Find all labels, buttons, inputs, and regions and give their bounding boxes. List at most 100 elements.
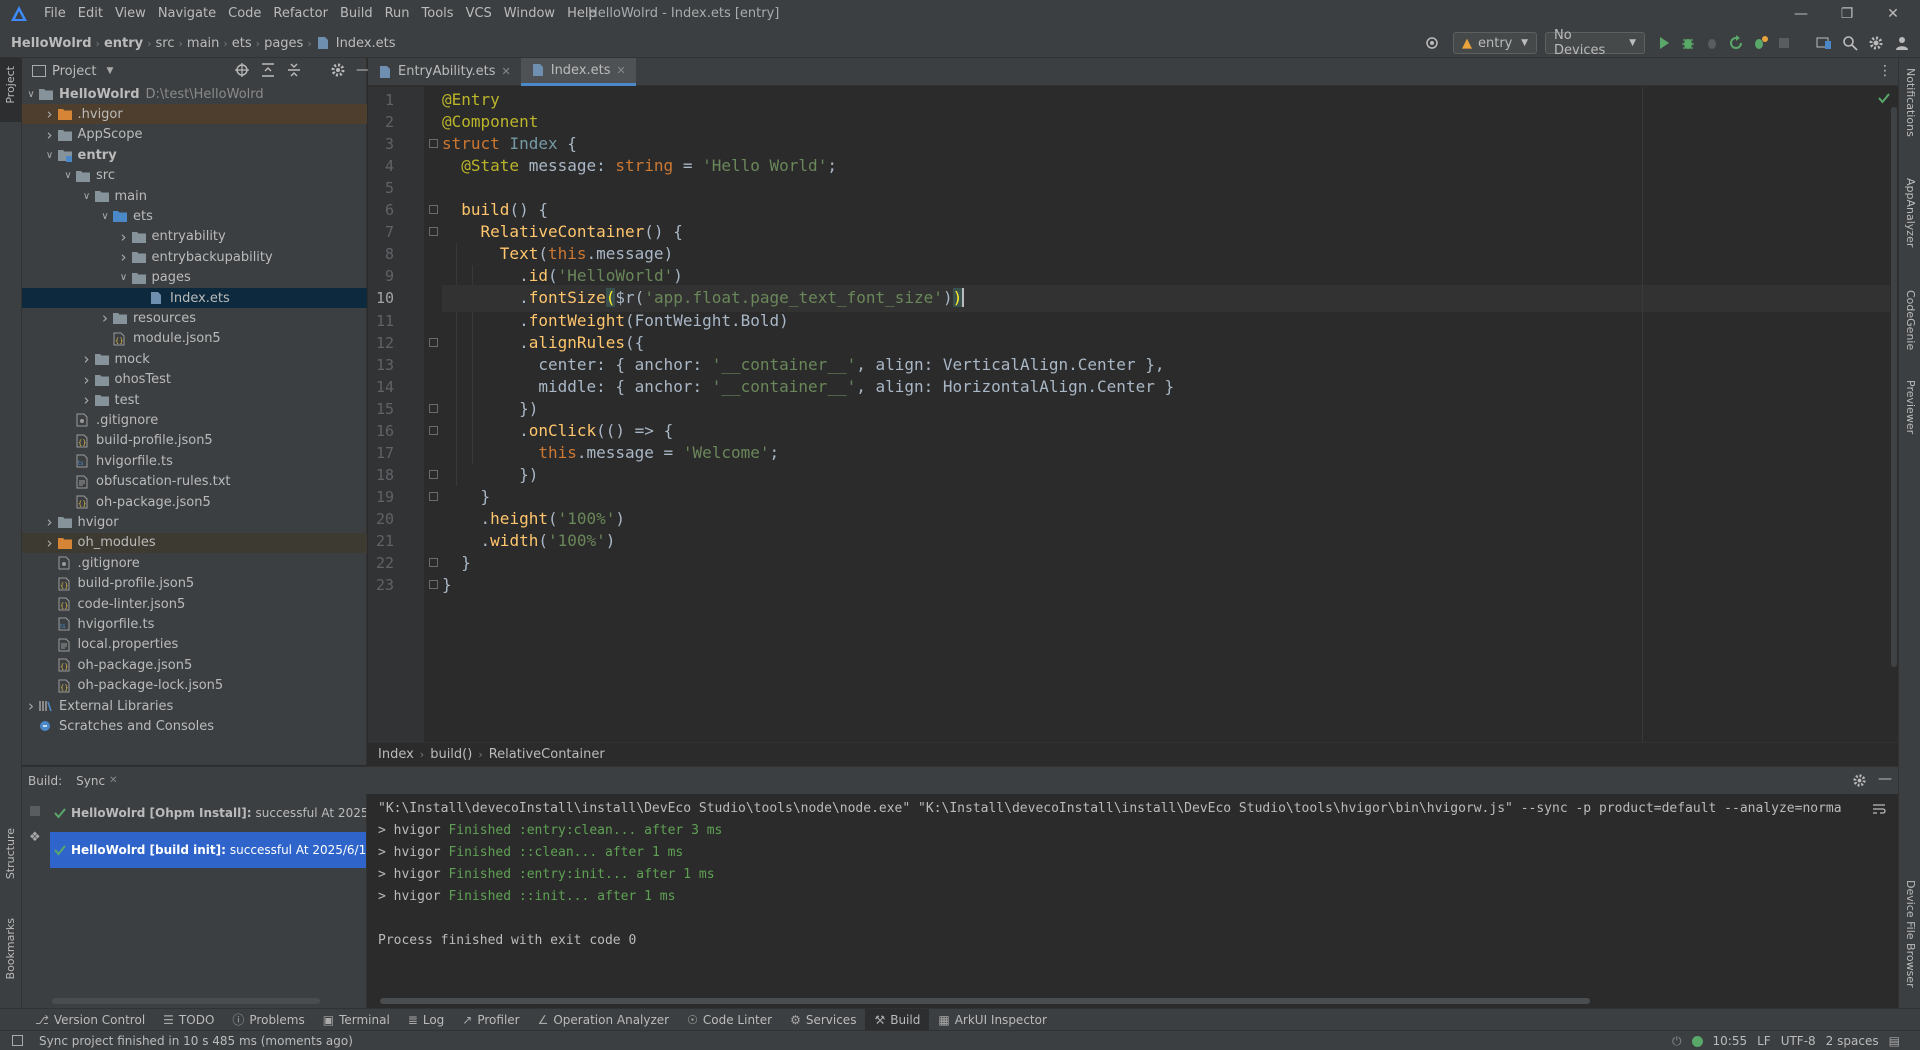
fold-marker-icon[interactable] <box>429 139 438 149</box>
tree-item[interactable]: ∨ main <box>22 186 367 206</box>
fold-marker-icon[interactable] <box>429 580 438 590</box>
locate-file-icon[interactable] <box>234 62 250 78</box>
line-number[interactable]: 8 <box>368 245 394 263</box>
line-number[interactable]: 16 <box>368 422 394 440</box>
line-number[interactable]: 17 <box>368 444 394 462</box>
soft-wrap-icon[interactable] <box>1872 802 1886 816</box>
tree-item[interactable]: › entryability <box>22 227 367 247</box>
module-select[interactable]: ▲ entry ▼ <box>1453 32 1537 54</box>
build-tree-hscrollbar[interactable] <box>52 998 320 1004</box>
chevron-right-icon[interactable]: › <box>98 309 112 327</box>
tree-item[interactable]: {} code-linter.json5 <box>22 594 367 614</box>
chevron-right-icon[interactable]: › <box>117 248 131 266</box>
lock-icon[interactable]: ▤ <box>1889 1034 1900 1048</box>
menu-item-run[interactable]: Run <box>379 0 416 28</box>
chevron-down-icon[interactable]: ∨ <box>80 191 94 202</box>
editor-breadcrumb-item[interactable]: RelativeContainer <box>489 747 605 762</box>
tree-item[interactable]: {} oh-package-lock.json5 <box>22 676 367 696</box>
tool-window-version-control[interactable]: ⎇ Version Control <box>26 1009 154 1031</box>
menu-item-vcs[interactable]: VCS <box>460 0 498 28</box>
tree-item[interactable]: › mock <box>22 349 367 369</box>
breadcrumb-item[interactable]: entry <box>101 36 146 51</box>
build-task-row[interactable]: HelloWolrd [build init]: successful At 20… <box>50 832 366 868</box>
tool-window-arkui-inspector[interactable]: ▦ ArkUI Inspector <box>929 1009 1056 1031</box>
stop-build-icon[interactable] <box>30 806 40 816</box>
settings-gear-icon[interactable] <box>1868 35 1884 51</box>
line-number[interactable]: 21 <box>368 532 394 550</box>
editor-tab[interactable]: EntryAbility.ets ✕ <box>368 58 521 86</box>
previewer-tool-button[interactable]: Previewer <box>1904 380 1917 434</box>
line-number[interactable]: 13 <box>368 356 394 374</box>
line-number[interactable]: 11 <box>368 312 394 330</box>
chevron-right-icon[interactable]: › <box>117 228 131 246</box>
console-hscrollbar[interactable] <box>380 998 1590 1004</box>
tree-item[interactable]: ∨ pages <box>22 268 367 288</box>
tree-item[interactable]: Scratches and Consoles <box>22 716 367 736</box>
fold-marker-icon[interactable] <box>429 403 438 413</box>
editor-breadcrumb-item[interactable]: build() <box>430 747 472 762</box>
menu-item-edit[interactable]: Edit <box>72 0 109 28</box>
indent-setting[interactable]: 2 spaces <box>1826 1034 1879 1048</box>
notifications-tool-button[interactable]: Notifications <box>1904 68 1917 137</box>
tree-item[interactable]: › entrybackupability <box>22 247 367 267</box>
build-settings-gear-icon[interactable] <box>1852 773 1867 788</box>
profiler-run-icon[interactable] <box>1752 35 1768 51</box>
status-message[interactable]: Sync project finished in 10 s 485 ms (mo… <box>39 1034 353 1048</box>
editor-breadcrumb-item[interactable]: Index <box>378 747 414 762</box>
chevron-down-icon[interactable]: ∨ <box>61 170 75 181</box>
tree-item[interactable]: {} oh-package.json5 <box>22 492 367 512</box>
line-number[interactable]: 12 <box>368 334 394 352</box>
code-line[interactable]: } <box>442 571 452 598</box>
line-number[interactable]: 18 <box>368 466 394 484</box>
fold-marker-icon[interactable] <box>429 227 438 237</box>
fold-marker-icon[interactable] <box>429 205 438 215</box>
tree-item[interactable]: › AppScope <box>22 125 367 145</box>
tool-window-code-linter[interactable]: ☉ Code Linter <box>678 1009 781 1031</box>
fold-marker-icon[interactable] <box>429 469 438 479</box>
editor-tab[interactable]: Index.ets ✕ <box>520 57 636 86</box>
chevron-right-icon[interactable]: › <box>43 105 57 123</box>
expand-all-icon[interactable] <box>260 62 276 78</box>
tool-window-profiler[interactable]: ↗ Profiler <box>453 1009 528 1031</box>
tree-item[interactable]: › resources <box>22 308 367 328</box>
menu-item-view[interactable]: View <box>109 0 152 28</box>
tool-window-build[interactable]: ⚒ Build <box>865 1008 930 1031</box>
minimize-button[interactable]: — <box>1778 0 1824 28</box>
fold-marker-icon[interactable] <box>429 425 438 435</box>
run-icon[interactable] <box>1656 35 1672 51</box>
maximize-button[interactable]: ❐ <box>1824 0 1870 28</box>
code-line[interactable]: middle: { anchor: '__container__', align… <box>442 373 1174 400</box>
panel-settings-gear-icon[interactable] <box>330 62 346 78</box>
fold-marker-icon[interactable] <box>429 491 438 501</box>
tool-window-todo[interactable]: ☰ TODO <box>154 1009 223 1031</box>
tree-item[interactable]: obfuscation-rules.txt <box>22 472 367 492</box>
line-number[interactable]: 3 <box>368 135 394 153</box>
tree-item[interactable]: {} oh-package.json5 <box>22 655 367 675</box>
tool-window-problems[interactable]: ⓘ Problems <box>223 1009 313 1031</box>
tree-item[interactable]: › hvigor <box>22 512 367 532</box>
build-console-output[interactable]: "K:\Install\devecoInstall\install\DevEco… <box>368 794 1870 1008</box>
menu-item-file[interactable]: File <box>38 0 72 28</box>
code-editor[interactable]: @Entry @Component struct Index { @State me… <box>442 87 1892 742</box>
connection-status-icon[interactable] <box>1691 1035 1703 1047</box>
chevron-right-icon[interactable]: › <box>80 350 94 368</box>
tree-item[interactable]: ∨ ets <box>22 206 367 226</box>
tree-item[interactable]: › ohosTest <box>22 370 367 390</box>
line-number[interactable]: 22 <box>368 554 394 572</box>
tree-item[interactable]: › External Libraries <box>22 696 367 716</box>
tree-item[interactable]: › oh_modules <box>22 532 367 553</box>
status-toggle-icon[interactable] <box>12 1035 23 1046</box>
line-number[interactable]: 7 <box>368 223 394 241</box>
line-number[interactable]: 20 <box>368 510 394 528</box>
line-separator[interactable]: LF <box>1757 1034 1771 1048</box>
device-file-browser-tool-button[interactable]: Device File Browser <box>1904 880 1917 988</box>
breadcrumb-item[interactable]: src <box>153 36 178 51</box>
device-manager-icon[interactable] <box>1816 35 1832 51</box>
pin-icon[interactable]: ❖ <box>29 830 41 845</box>
tree-item[interactable]: › test <box>22 390 367 410</box>
device-select[interactable]: No Devices ▼ <box>1545 28 1645 58</box>
user-account-icon[interactable] <box>1894 35 1910 51</box>
line-number[interactable]: 23 <box>368 576 394 594</box>
collapse-all-icon[interactable] <box>286 62 302 78</box>
breadcrumb-item[interactable]: Index.ets <box>333 36 399 51</box>
